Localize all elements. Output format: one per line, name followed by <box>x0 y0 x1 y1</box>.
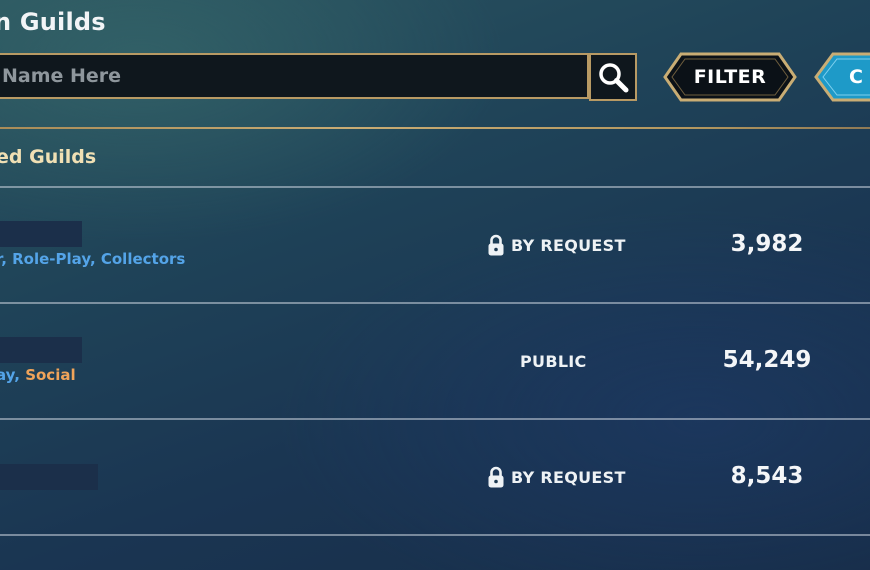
row-divider <box>0 302 870 304</box>
guild-tag: ay <box>0 366 15 384</box>
guild-name-redacted <box>0 464 98 490</box>
guild-member-count: 3,982 <box>730 231 804 257</box>
create-guild-button[interactable]: C <box>813 52 870 102</box>
lock-icon <box>488 234 504 256</box>
guild-access-label: PUBLIC <box>520 351 587 371</box>
guild-access-label: BY REQUEST <box>511 467 626 487</box>
guild-tag: Role-Play <box>12 250 90 268</box>
search-field[interactable] <box>0 53 589 99</box>
guild-name-redacted <box>0 337 82 363</box>
search-button[interactable] <box>589 53 637 101</box>
guild-member-count: 54,249 <box>722 347 812 373</box>
guild-access: BY REQUEST <box>487 465 626 489</box>
filter-button[interactable]: FILTER <box>663 52 797 102</box>
search-input[interactable] <box>0 55 587 97</box>
filter-button-label: FILTER <box>693 66 767 88</box>
row-divider <box>0 534 870 536</box>
row-divider <box>0 418 870 420</box>
magnifier-icon <box>599 63 629 93</box>
guild-tags: ay, Social <box>0 366 76 384</box>
guild-name-redacted <box>0 221 82 247</box>
guild-member-count: 8,543 <box>730 463 804 489</box>
guild-access: PUBLIC <box>520 349 587 373</box>
guild-tags: r, Role-Play, Collectors <box>0 250 185 268</box>
section-title: ed Guilds <box>0 146 97 168</box>
guild-tag: Collectors <box>100 250 186 268</box>
row-divider <box>0 186 870 188</box>
lock-icon <box>488 466 504 488</box>
create-button-label: C <box>849 66 863 88</box>
guild-access-label: BY REQUEST <box>511 235 626 255</box>
page-title: n Guilds <box>0 8 106 36</box>
header-divider <box>0 127 870 129</box>
guild-tag: Social <box>25 366 76 384</box>
guild-access: BY REQUEST <box>487 233 626 257</box>
